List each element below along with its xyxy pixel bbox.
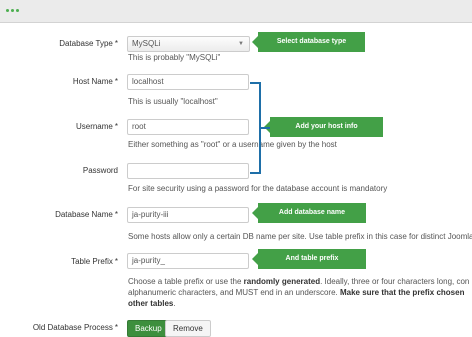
- required-mark: *: [114, 257, 118, 266]
- table-prefix-value: ja-purity_: [132, 256, 165, 265]
- db-type-help: This is probably "MySQLi": [128, 53, 221, 62]
- required-mark: *: [114, 77, 118, 86]
- host-name-input[interactable]: localhost: [127, 74, 249, 90]
- backup-button[interactable]: Backup: [127, 320, 170, 337]
- help-text-bold: other tables: [128, 299, 174, 308]
- db-type-label: Database Type *: [59, 38, 118, 50]
- required-mark: *: [114, 122, 118, 131]
- help-text: .: [173, 299, 176, 308]
- window-title-bar: [0, 0, 472, 23]
- database-name-input[interactable]: ja-purity-iii: [127, 207, 249, 223]
- database-name-label-text: Database Name: [55, 210, 113, 219]
- username-input[interactable]: root: [127, 119, 249, 135]
- table-prefix-label-text: Table Prefix: [71, 257, 113, 266]
- old-database-process-label-text: Old Database Process: [32, 323, 113, 332]
- table-prefix-label: Table Prefix *: [71, 256, 118, 268]
- help-text-bold: Make sure that the prefix chosen: [339, 288, 465, 297]
- database-name-value: ja-purity-iii: [132, 210, 169, 219]
- host-name-label: Host Name *: [73, 76, 118, 88]
- host-name-value: localhost: [132, 77, 164, 86]
- old-database-process-label: Old Database Process *: [33, 322, 118, 334]
- remove-button[interactable]: Remove: [165, 320, 211, 337]
- required-mark: *: [114, 39, 118, 48]
- required-mark: *: [114, 210, 118, 219]
- db-type-label-text: Database Type: [59, 39, 113, 48]
- window-dot-icon[interactable]: [6, 9, 9, 12]
- host-info-bracket-pointer: [261, 127, 270, 129]
- window-dot-icon[interactable]: [16, 9, 19, 12]
- window-controls: [6, 9, 19, 12]
- window-dot-icon[interactable]: [11, 9, 14, 12]
- database-name-help: Some hosts allow only a certain DB name …: [128, 232, 472, 241]
- username-help: Either something as "root" or a username…: [128, 140, 337, 149]
- host-name-label-text: Host Name: [72, 77, 113, 86]
- select-database-type-callout: Select database type: [252, 32, 365, 52]
- password-label: Password: [83, 165, 118, 177]
- required-mark: *: [114, 323, 118, 332]
- username-label: Username *: [76, 121, 118, 133]
- help-text: Choose a table prefix or use the: [128, 277, 244, 286]
- table-prefix-help-line3: other tables.: [128, 298, 176, 310]
- add-host-info-callout: Add your host info: [264, 117, 383, 137]
- table-prefix-callout: And table prefix: [252, 249, 366, 269]
- table-prefix-help-line2: alphanumeric characters, and MUST end in…: [128, 287, 464, 299]
- database-type-select[interactable]: MySQLi ▼: [127, 36, 250, 52]
- help-text: alphanumeric characters, and MUST end in…: [128, 288, 340, 297]
- password-label-text: Password: [82, 166, 118, 175]
- chevron-down-icon: ▼: [238, 41, 244, 47]
- password-help: For site security using a password for t…: [128, 184, 388, 193]
- host-name-help: This is usually "localhost": [128, 97, 218, 106]
- help-text-bold: randomly generated: [243, 277, 321, 286]
- database-name-label: Database Name *: [55, 209, 118, 221]
- add-database-name-callout: Add database name: [252, 203, 366, 223]
- host-info-bracket: [250, 82, 261, 174]
- database-type-value: MySQLi: [132, 39, 161, 48]
- username-value: root: [132, 122, 146, 131]
- table-prefix-input[interactable]: ja-purity_: [127, 253, 249, 269]
- help-text: . Ideally, three or four characters long…: [320, 277, 470, 286]
- username-label-text: Username: [75, 122, 113, 131]
- password-input[interactable]: [127, 163, 249, 179]
